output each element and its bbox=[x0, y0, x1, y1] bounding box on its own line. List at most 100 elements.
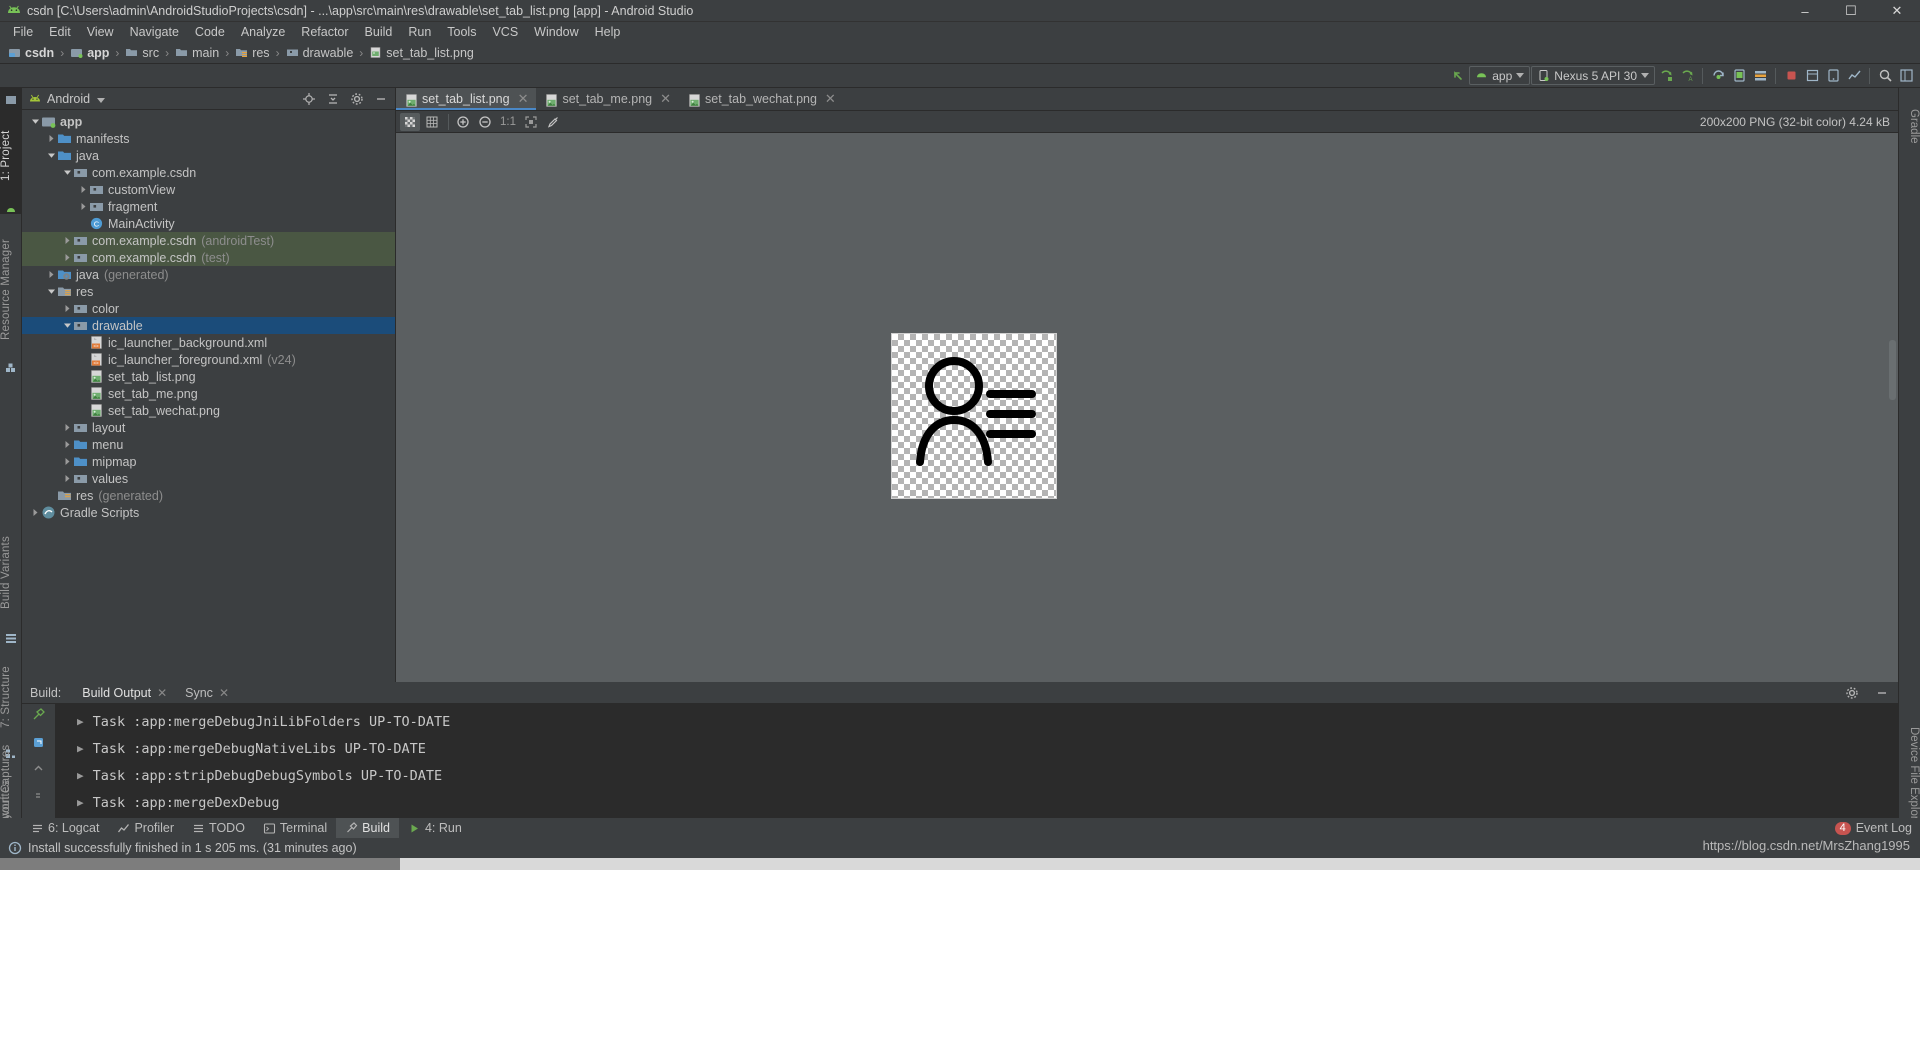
editor-scrollbar[interactable] bbox=[1889, 340, 1896, 400]
chevron-down-icon[interactable] bbox=[46, 150, 57, 161]
chevron-right-icon[interactable] bbox=[62, 473, 73, 484]
fit-to-window-icon[interactable] bbox=[521, 113, 541, 131]
grid-icon[interactable] bbox=[422, 113, 442, 131]
chevron-right-icon[interactable] bbox=[62, 252, 73, 263]
layout-inspector-icon[interactable] bbox=[1802, 66, 1822, 86]
bottom-tab-run[interactable]: 4: Run bbox=[399, 818, 471, 838]
chevron-right-icon[interactable] bbox=[62, 422, 73, 433]
tree-node-mipmap[interactable]: mipmap bbox=[22, 453, 395, 470]
tree-node-customview[interactable]: customView bbox=[22, 181, 395, 198]
image-canvas[interactable] bbox=[396, 133, 1898, 682]
chevron-right-icon[interactable] bbox=[78, 201, 89, 212]
back-arrow-icon[interactable] bbox=[1448, 66, 1468, 86]
tab-build-output[interactable]: Build Output ✕ bbox=[73, 682, 176, 704]
sidebar-item-build-variants[interactable]: Build Variants bbox=[0, 520, 22, 626]
breadcrumb-item-src[interactable]: src bbox=[123, 46, 161, 60]
gear-icon[interactable] bbox=[1842, 683, 1862, 703]
tree-node-layout[interactable]: layout bbox=[22, 419, 395, 436]
editor-tab-set-tab-me-png[interactable]: set_tab_me.png ✕ bbox=[536, 88, 680, 110]
chevron-right-icon[interactable]: ▶ bbox=[77, 769, 84, 782]
menu-tools[interactable]: Tools bbox=[439, 23, 484, 41]
breadcrumb-item-csdn[interactable]: csdn bbox=[6, 46, 56, 60]
chevron-right-icon[interactable] bbox=[78, 184, 89, 195]
profiler-toolbar-icon[interactable] bbox=[1844, 66, 1864, 86]
menu-vcs[interactable]: VCS bbox=[484, 23, 526, 41]
chevron-down-icon[interactable] bbox=[62, 167, 73, 178]
horizontal-scrollbar-track[interactable] bbox=[0, 858, 1920, 870]
breadcrumb-item-file[interactable]: set_tab_list.png bbox=[367, 46, 476, 60]
menu-navigate[interactable]: Navigate bbox=[122, 23, 187, 41]
menu-window[interactable]: Window bbox=[526, 23, 586, 41]
tab-sync[interactable]: Sync ✕ bbox=[176, 682, 238, 704]
build-log[interactable]: ▶ Task :app:mergeDebugJniLibFolders UP-TO… bbox=[55, 704, 1898, 838]
build-log-line[interactable]: ▶ Task :app:mergeDebugNativeLibs UP-TO-DA… bbox=[77, 735, 1898, 762]
bottom-tab-todo[interactable]: TODO bbox=[183, 818, 254, 838]
more-options-icon[interactable] bbox=[31, 789, 46, 807]
event-log-group[interactable]: 4 Event Log bbox=[1834, 821, 1912, 835]
chevron-right-icon[interactable] bbox=[46, 133, 57, 144]
hide-panel-icon[interactable] bbox=[371, 89, 391, 109]
chevron-right-icon[interactable] bbox=[30, 507, 41, 518]
chevron-right-icon[interactable] bbox=[62, 439, 73, 450]
horizontal-scrollbar-thumb[interactable] bbox=[0, 858, 400, 870]
minimize-button[interactable]: – bbox=[1782, 0, 1828, 22]
collapse-all-icon[interactable] bbox=[323, 89, 343, 109]
tree-node-menu[interactable]: menu bbox=[22, 436, 395, 453]
chevron-down-icon[interactable] bbox=[30, 116, 41, 127]
menu-run[interactable]: Run bbox=[400, 23, 439, 41]
tree-node-fragment[interactable]: fragment bbox=[22, 198, 395, 215]
chevron-right-icon[interactable] bbox=[62, 303, 73, 314]
run-configuration-selector[interactable]: app bbox=[1469, 66, 1531, 85]
bottom-tab-build[interactable]: Build bbox=[336, 818, 399, 838]
maximize-button[interactable]: ☐ bbox=[1828, 0, 1874, 22]
close-icon[interactable]: ✕ bbox=[157, 686, 167, 700]
sync-project-icon[interactable] bbox=[1708, 66, 1728, 86]
close-icon[interactable]: ✕ bbox=[660, 91, 671, 107]
menu-analyze[interactable]: Analyze bbox=[233, 23, 293, 41]
tree-node-mainactivity[interactable]: C MainActivity bbox=[22, 215, 395, 232]
tree-node-java[interactable]: java (generated) bbox=[22, 266, 395, 283]
color-picker-icon[interactable] bbox=[543, 113, 563, 131]
chevron-right-icon[interactable]: ▶ bbox=[77, 796, 84, 809]
chevron-right-icon[interactable] bbox=[46, 269, 57, 280]
close-icon[interactable]: ✕ bbox=[825, 91, 836, 107]
chevron-down-icon[interactable] bbox=[46, 286, 57, 297]
bottom-tab-terminal[interactable]: Terminal bbox=[254, 818, 336, 838]
menu-help[interactable]: Help bbox=[587, 23, 629, 41]
scroll-up-icon[interactable] bbox=[31, 762, 46, 780]
chevron-right-icon[interactable] bbox=[62, 235, 73, 246]
editor-tab-set-tab-wechat-png[interactable]: set_tab_wechat.png ✕ bbox=[679, 88, 844, 110]
gear-icon[interactable] bbox=[347, 89, 367, 109]
build-log-line[interactable]: ▶ Task :app:mergeDebugJniLibFolders UP-TO… bbox=[77, 708, 1898, 735]
stop-icon[interactable] bbox=[1781, 66, 1801, 86]
menu-refactor[interactable]: Refactor bbox=[293, 23, 356, 41]
menu-build[interactable]: Build bbox=[357, 23, 401, 41]
zoom-out-icon[interactable] bbox=[475, 113, 495, 131]
tree-node-com-example-csdn[interactable]: com.example.csdn bbox=[22, 164, 395, 181]
chevron-down-icon[interactable] bbox=[62, 320, 73, 331]
menu-view[interactable]: View bbox=[79, 23, 122, 41]
hide-panel-icon[interactable] bbox=[1872, 683, 1892, 703]
locate-icon[interactable] bbox=[299, 89, 319, 109]
sidebar-item-project[interactable]: 1: Project bbox=[0, 112, 22, 200]
device-manager-icon[interactable] bbox=[1823, 66, 1843, 86]
tree-node-com-example-csdn[interactable]: com.example.csdn (test) bbox=[22, 249, 395, 266]
bottom-tab-profiler[interactable]: Profiler bbox=[108, 818, 183, 838]
build-log-line[interactable]: ▶ Task :app:mergeDexDebug bbox=[77, 789, 1898, 816]
menu-file[interactable]: File bbox=[5, 23, 41, 41]
tree-node-gradle-scripts[interactable]: Gradle Scripts bbox=[22, 504, 395, 521]
chevron-right-icon[interactable] bbox=[62, 456, 73, 467]
menu-code[interactable]: Code bbox=[187, 23, 233, 41]
tree-node-values[interactable]: values bbox=[22, 470, 395, 487]
build-log-line[interactable]: ▶ Task :app:stripDebugDebugSymbols UP-TO-… bbox=[77, 762, 1898, 789]
project-view-selector-label[interactable]: Android bbox=[47, 92, 90, 106]
restart-icon[interactable] bbox=[31, 735, 46, 753]
close-button[interactable]: ✕ bbox=[1874, 0, 1920, 22]
tree-node-set-tab-me-png[interactable]: set_tab_me.png bbox=[22, 385, 395, 402]
run-icon[interactable] bbox=[1656, 66, 1676, 86]
breadcrumb-item-main[interactable]: main bbox=[173, 46, 221, 60]
sidebar-item-resource-manager[interactable]: Resource Manager bbox=[0, 221, 22, 357]
editor-tab-set-tab-list-png[interactable]: set_tab_list.png ✕ bbox=[396, 88, 537, 110]
tree-node-java[interactable]: java bbox=[22, 147, 395, 164]
device-selector[interactable]: Nexus 5 API 30 bbox=[1531, 66, 1655, 85]
